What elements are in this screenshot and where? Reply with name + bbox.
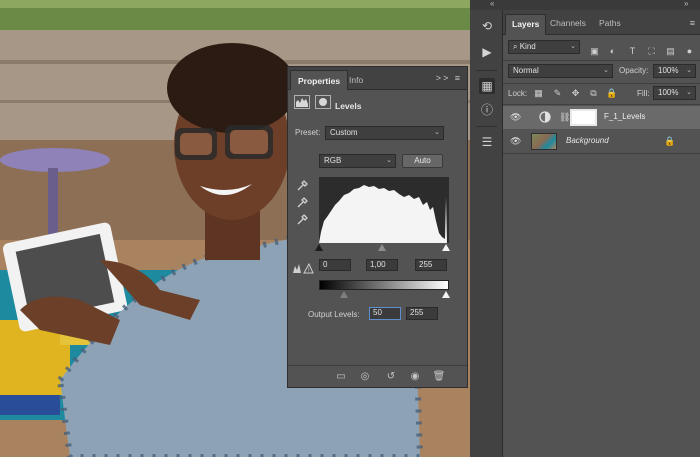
channel-dropdown[interactable]: RGB ⌄ [319, 154, 396, 168]
tab-paths[interactable]: Paths [599, 14, 621, 35]
output-black-field[interactable]: 50 [369, 307, 401, 320]
panel-icon-strip: ⟲ ▶ ▦ ⓘ ☰ [470, 10, 503, 457]
levels-histogram [319, 177, 449, 243]
channel-value: RGB [324, 156, 342, 165]
opacity-field[interactable]: 100% ⌄ [653, 64, 696, 78]
layer-row-background[interactable]: 👁 Background 🔒 [503, 130, 700, 153]
chevron-down-icon: ⌄ [686, 67, 692, 74]
clip-to-layer-icon[interactable]: ▭ [334, 371, 348, 382]
opacity-label: Opacity: [619, 66, 649, 75]
preset-dropdown[interactable]: Custom ⌄ [325, 126, 444, 140]
lock-artboard-icon[interactable]: ⧉ [588, 88, 599, 99]
input-black-slider[interactable] [315, 244, 323, 251]
calculate-histogram-icon[interactable]: ! [292, 262, 314, 274]
tab-layers[interactable]: Layers [505, 14, 547, 35]
search-icon: ⌕ [513, 42, 520, 51]
actions-play-icon[interactable]: ▶ [479, 44, 495, 60]
collapse-left-icon[interactable]: « [490, 0, 494, 8]
chain-link-icon[interactable]: ⛓ [559, 109, 570, 126]
preset-label: Preset: [295, 128, 321, 137]
adjustment-title: Levels [335, 101, 362, 111]
filter-toggle-icon[interactable]: ● [684, 46, 695, 57]
input-gamma-field[interactable]: 1,00 [366, 259, 398, 271]
panel-menu-icon[interactable]: ≡ [690, 18, 695, 28]
output-black-slider[interactable] [340, 291, 348, 298]
layer-mask-thumbnail[interactable] [570, 109, 597, 126]
lock-all-icon[interactable]: 🔒 [606, 88, 617, 99]
lock-position-move-icon[interactable]: ✥ [570, 88, 581, 99]
layer-row-levels[interactable]: 👁 ⛓ F_1_Levels [503, 106, 700, 129]
white-point-eyedropper-icon[interactable] [296, 214, 308, 226]
filter-adjustment-icon[interactable]: ◐ [607, 46, 618, 57]
adjustment-layer-icon [538, 109, 554, 126]
visibility-eye-icon[interactable]: 👁 [510, 136, 521, 147]
layer-thumbnail [531, 133, 557, 150]
view-previous-state-icon[interactable]: ◎ [358, 371, 372, 382]
output-gradient-bar [319, 280, 449, 290]
fill-value: 100% [658, 88, 679, 97]
lock-transparent-icon[interactable]: ▦ [533, 88, 544, 99]
opacity-value: 100% [658, 66, 679, 75]
lock-label: Lock: [508, 89, 528, 98]
chevron-down-icon: ⌄ [686, 89, 692, 96]
filter-kind-dropdown[interactable]: ⌕ Kind ⌄ [508, 40, 580, 54]
blend-mode-dropdown[interactable]: Normal ⌄ [508, 64, 613, 78]
black-point-eyedropper-icon[interactable] [296, 180, 308, 192]
lock-icon: 🔒 [664, 136, 676, 146]
reset-icon[interactable]: ↺ [384, 371, 398, 382]
preset-value: Custom [330, 128, 358, 137]
delete-trash-icon[interactable]: 🗑 [432, 371, 446, 382]
blend-mode-value: Normal [513, 66, 539, 75]
visibility-eye-icon[interactable]: 👁 [510, 112, 521, 123]
kind-value: Kind [519, 42, 536, 51]
collapse-right-icon[interactable]: » [684, 0, 688, 8]
lock-image-brush-icon[interactable]: ✎ [552, 88, 563, 99]
layer-name[interactable]: F_1_Levels [604, 112, 645, 121]
tab-info[interactable]: Info [349, 70, 363, 90]
layer-comps-icon[interactable]: ☰ [479, 134, 495, 150]
tab-properties[interactable]: Properties [290, 70, 349, 90]
chevron-down-icon: ⌄ [386, 157, 392, 164]
auto-button[interactable]: Auto [402, 154, 443, 168]
chevron-down-icon: ⌄ [603, 67, 609, 74]
input-gamma-slider[interactable] [378, 244, 386, 251]
chevron-down-icon: ⌄ [434, 129, 440, 136]
properties-tabbar: Properties Info >> ≡ [288, 67, 467, 90]
info-icon[interactable]: ⓘ [479, 102, 495, 118]
filter-pixel-icon[interactable]: ▣ [589, 46, 600, 57]
layers-panel: Layers Channels Paths ≡ ⌕ Kind ⌄ ▣ ◐ T ⛶… [503, 10, 700, 457]
filter-shape-icon[interactable]: ⛶ [646, 46, 657, 57]
output-white-field[interactable]: 255 [406, 307, 438, 320]
levels-adjustment-icon[interactable] [294, 95, 310, 109]
output-white-slider[interactable] [442, 291, 450, 298]
output-levels-label: Output Levels: [308, 310, 360, 319]
fill-field[interactable]: 100% ⌄ [653, 86, 696, 100]
input-white-field[interactable]: 255 [415, 259, 447, 271]
gray-point-eyedropper-icon[interactable] [296, 197, 308, 209]
tab-channels[interactable]: Channels [550, 14, 586, 35]
input-white-slider[interactable] [442, 244, 450, 251]
filter-type-icon[interactable]: T [627, 46, 638, 57]
layer-name[interactable]: Background [566, 136, 609, 145]
fill-label: Fill: [637, 89, 650, 98]
photoshop-window: Properties Info >> ≡ Levels Preset: Cust… [0, 0, 700, 457]
histogram-icon[interactable]: ▦ [479, 78, 495, 94]
filter-smart-object-icon[interactable]: ▤ [665, 46, 676, 57]
properties-panel: Properties Info >> ≡ Levels Preset: Cust… [287, 66, 468, 388]
layer-mask-icon[interactable] [315, 95, 331, 109]
panel-collapse-bar: « » [470, 0, 700, 10]
layers-tabbar: Layers Channels Paths ≡ [503, 10, 700, 35]
panel-menu-icon[interactable]: >> ≡ [436, 73, 462, 83]
input-black-field[interactable]: 0 [319, 259, 351, 271]
toggle-visibility-eye-icon[interactable]: ◉ [408, 371, 422, 382]
history-icon[interactable]: ⟲ [479, 18, 495, 34]
properties-footer: ▭ ◎ ↺ ◉ 🗑 [288, 365, 467, 387]
chevron-down-icon: ⌄ [570, 43, 576, 50]
